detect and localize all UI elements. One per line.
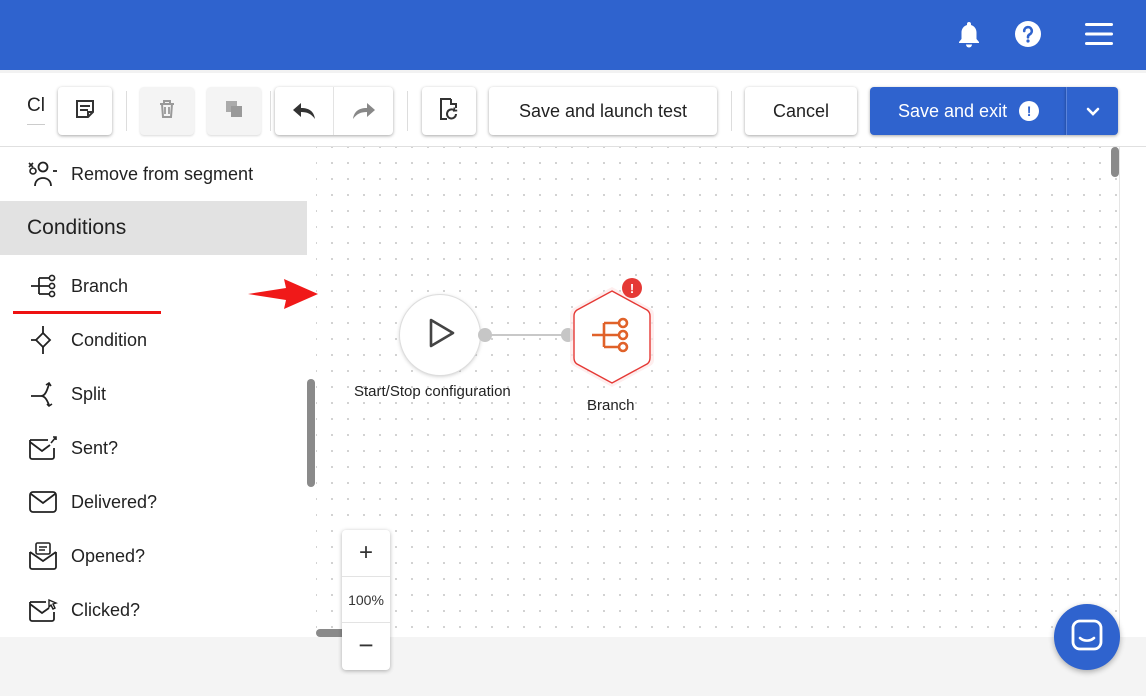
history-icon bbox=[437, 96, 461, 127]
split-icon bbox=[0, 380, 72, 408]
zoom-level: 100% bbox=[342, 576, 390, 622]
canvas-right-gutter bbox=[1119, 147, 1146, 637]
zoom-control: + 100% − bbox=[342, 530, 390, 670]
notes-icon bbox=[74, 98, 96, 125]
zoom-out-button[interactable]: − bbox=[342, 622, 390, 668]
bottom-area bbox=[0, 637, 1146, 696]
undo-redo-group bbox=[275, 87, 393, 135]
opened-icon bbox=[0, 541, 72, 571]
palette-item-remove-from-segment[interactable]: Remove from segment bbox=[0, 147, 307, 201]
palette-item-label: Split bbox=[71, 383, 107, 404]
palette-item-label: Delivered? bbox=[71, 491, 158, 512]
bell-icon[interactable] bbox=[953, 18, 985, 50]
sidebar-scrollbar[interactable] bbox=[307, 379, 315, 487]
palette-item-label: Sent? bbox=[71, 437, 119, 458]
branch-node[interactable] bbox=[568, 284, 656, 390]
validation-warning-icon[interactable]: ! bbox=[622, 278, 642, 298]
output-port[interactable] bbox=[478, 328, 492, 342]
palette-item-opened[interactable]: Opened? bbox=[0, 529, 307, 583]
trash-icon bbox=[156, 98, 178, 125]
copy-icon bbox=[223, 98, 245, 125]
palette-item-condition[interactable]: Condition bbox=[0, 313, 307, 367]
remove-segment-icon bbox=[0, 159, 72, 189]
warning-badge-icon: ! bbox=[1019, 101, 1040, 121]
chevron-down-icon bbox=[1086, 101, 1100, 122]
palette-item-label: Opened? bbox=[71, 545, 146, 566]
palette-item-split[interactable]: Split bbox=[0, 367, 307, 421]
history-button[interactable] bbox=[422, 87, 476, 135]
canvas-vertical-scrollbar[interactable] bbox=[1111, 147, 1119, 177]
chat-launcher-button[interactable] bbox=[1054, 604, 1120, 670]
section-header-conditions: Conditions bbox=[0, 201, 307, 255]
toolbar-divider bbox=[126, 91, 127, 131]
branch-icon bbox=[0, 273, 72, 299]
toolbar-divider bbox=[407, 91, 408, 131]
palette-item-label: Remove from segment bbox=[71, 163, 254, 184]
save-launch-test-button[interactable]: Save and launch test bbox=[489, 87, 717, 135]
sent-icon bbox=[0, 434, 72, 462]
palette-item-sent[interactable]: Sent? bbox=[0, 421, 307, 475]
element-palette: Remove from segment Conditions Branch Co… bbox=[0, 147, 316, 637]
undo-icon[interactable] bbox=[275, 87, 334, 135]
clicked-icon bbox=[0, 596, 72, 624]
zoom-in-button[interactable]: + bbox=[342, 530, 390, 576]
save-exit-label: Save and exit bbox=[898, 100, 1008, 121]
chat-icon bbox=[1071, 619, 1103, 656]
delete-button[interactable] bbox=[140, 87, 194, 135]
toolbar-divider bbox=[731, 91, 732, 131]
help-icon[interactable] bbox=[1012, 18, 1044, 50]
hamburger-icon[interactable] bbox=[1083, 18, 1115, 50]
cancel-button[interactable]: Cancel bbox=[745, 87, 857, 135]
top-bar bbox=[0, 0, 1146, 70]
start-stop-node[interactable] bbox=[400, 295, 480, 375]
start-node-label: Start/Stop configuration bbox=[354, 383, 511, 400]
toolbar-divider bbox=[270, 91, 271, 131]
branch-node-label: Branch bbox=[587, 397, 635, 414]
editor-toolbar: Cl Save and launch test Cancel Save and bbox=[0, 70, 1146, 147]
notes-button[interactable] bbox=[58, 87, 112, 135]
condition-icon bbox=[0, 324, 72, 356]
redo-icon[interactable] bbox=[334, 87, 393, 135]
delivered-icon bbox=[0, 489, 72, 515]
annotation-arrow-icon bbox=[248, 279, 318, 309]
node-connector[interactable] bbox=[484, 334, 568, 336]
save-options-dropdown[interactable] bbox=[1066, 87, 1118, 135]
play-icon bbox=[423, 316, 457, 355]
palette-item-delivered[interactable]: Delivered? bbox=[0, 475, 307, 529]
palette-item-label: Condition bbox=[71, 329, 148, 350]
palette-item-label: Branch bbox=[71, 275, 129, 296]
palette-item-clicked[interactable]: Clicked? bbox=[0, 583, 307, 637]
palette-item-label: Clicked? bbox=[71, 599, 141, 620]
journey-name-input[interactable]: Cl bbox=[27, 95, 45, 125]
copy-button[interactable] bbox=[207, 87, 261, 135]
save-exit-button[interactable]: Save and exit ! bbox=[870, 87, 1066, 135]
